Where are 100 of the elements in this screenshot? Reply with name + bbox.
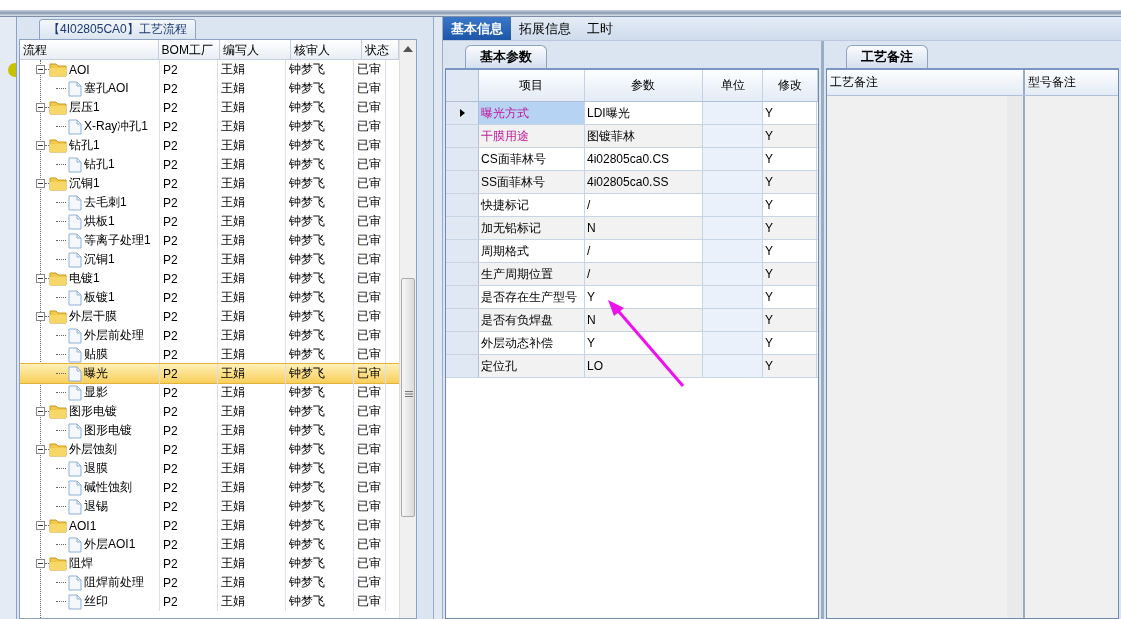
step-name: AOI	[68, 62, 91, 77]
table-cell: 王娟	[218, 231, 286, 250]
table-cell: 是否有负焊盘	[479, 309, 585, 331]
column-header[interactable]: 单位	[702, 70, 764, 101]
collapse-icon[interactable]	[36, 312, 45, 321]
column-header[interactable]: 参数	[584, 70, 703, 101]
document-icon	[68, 251, 82, 268]
collapse-icon[interactable]	[36, 521, 45, 530]
table-cell: Y	[763, 286, 817, 308]
panel-title-tab[interactable]: 【4I02805CA0】工艺流程	[39, 19, 196, 40]
column-header[interactable]: 流程	[20, 40, 159, 59]
folder-icon	[49, 518, 67, 533]
table-cell: Y	[763, 125, 817, 147]
tree-row[interactable]: 图形电镀 P2 王娟 钟梦飞 已审	[20, 402, 399, 421]
table-cell: 外层动态补偿	[479, 332, 585, 354]
tree-row[interactable]: 电镀1 P2 王娟 钟梦飞 已审	[20, 269, 399, 288]
tree-row[interactable]: AOI P2 王娟 钟梦飞 已审	[20, 60, 399, 79]
folder-icon	[49, 271, 67, 286]
table-cell: 已审	[354, 136, 386, 155]
tree-row[interactable]: 沉铜1 P2 王娟 钟梦飞 已审	[20, 250, 399, 269]
table-cell: Y	[763, 194, 817, 216]
tree-row[interactable]: 丝印 P2 王娟 钟梦飞 已审	[20, 592, 399, 611]
tree-row[interactable]: 外层蚀刻 P2 王娟 钟梦飞 已审	[20, 440, 399, 459]
collapse-icon[interactable]	[36, 559, 45, 568]
scrollbar[interactable]	[1007, 96, 1023, 618]
table-cell: 周期格式	[479, 240, 585, 262]
tree-row[interactable]: 外层AOI1 P2 王娟 钟梦飞 已审	[20, 535, 399, 554]
corner-cell[interactable]	[446, 70, 479, 101]
tab[interactable]: 基本信息	[443, 17, 511, 40]
sub-tab[interactable]: 工艺备注	[846, 45, 928, 68]
collapse-icon[interactable]	[36, 407, 45, 416]
document-icon	[68, 479, 82, 496]
tree-row[interactable]: 退膜 P2 王娟 钟梦飞 已审	[20, 459, 399, 478]
folder-icon	[49, 138, 67, 153]
table-cell: 已审	[354, 326, 386, 345]
column-header[interactable]: 型号备注	[1025, 70, 1079, 95]
tree-row[interactable]: 钻孔1 P2 王娟 钟梦飞 已审	[20, 155, 399, 174]
table-cell: 钟梦飞	[286, 364, 354, 383]
column-header[interactable]: 修改	[763, 70, 818, 101]
tree-row[interactable]: 等离子处理1 P2 王娟 钟梦飞 已审	[20, 231, 399, 250]
tree-row[interactable]: 沉铜1 P2 王娟 钟梦飞 已审	[20, 174, 399, 193]
tab[interactable]: 工时	[579, 17, 621, 40]
tree-row[interactable]: 退锡 P2 王娟 钟梦飞 已审	[20, 497, 399, 516]
table-cell: 钟梦飞	[286, 117, 354, 136]
table-cell: 王娟	[218, 573, 286, 592]
tree-row[interactable]: 外层干膜 P2 王娟 钟梦飞 已审	[20, 307, 399, 326]
scroll-up-icon[interactable]	[403, 46, 413, 52]
splitter-bar[interactable]	[0, 10, 1121, 17]
table-cell: 钟梦飞	[286, 478, 354, 497]
collapse-icon[interactable]	[36, 65, 45, 74]
table-cell: 钟梦飞	[286, 60, 354, 79]
table-cell: 钟梦飞	[286, 516, 354, 535]
table-cell: 王娟	[218, 516, 286, 535]
tree-row[interactable]: 碱性蚀刻 P2 王娟 钟梦飞 已审	[20, 478, 399, 497]
column-header[interactable]: 核审人	[291, 40, 362, 59]
table-cell: 王娟	[218, 60, 286, 79]
tree-row[interactable]: 钻孔1 P2 王娟 钟梦飞 已审	[20, 136, 399, 155]
table-cell: 钟梦飞	[286, 592, 354, 611]
tree-row[interactable]: 烘板1 P2 王娟 钟梦飞 已审	[20, 212, 399, 231]
column-header[interactable]: 编写人	[220, 40, 291, 59]
column-header[interactable]: BOM工厂	[158, 40, 221, 59]
tree-row[interactable]: 阻焊前处理 P2 王娟 钟梦飞 已审	[20, 573, 399, 592]
table-cell: P2	[160, 497, 218, 516]
tree-row[interactable]: 显影 P2 王娟 钟梦飞 已审	[20, 383, 399, 402]
collapse-icon[interactable]	[36, 141, 45, 150]
collapse-icon[interactable]	[36, 179, 45, 188]
tree-row[interactable]: 曝光 P2 王娟 钟梦飞 已审	[20, 364, 399, 383]
tree-row[interactable]: 层压1 P2 王娟 钟梦飞 已审	[20, 98, 399, 117]
column-header[interactable]: 项目	[478, 70, 585, 101]
step-name: 外层蚀刻	[68, 441, 118, 458]
table-cell: 钟梦飞	[286, 440, 354, 459]
tree-row[interactable]: 板镀1 P2 王娟 钟梦飞 已审	[20, 288, 399, 307]
table-cell: 已审	[354, 383, 386, 402]
tree-row[interactable]: 阻焊 P2 王娟 钟梦飞 已审	[20, 554, 399, 573]
tree-row[interactable]: AOI1 P2 王娟 钟梦飞 已审	[20, 516, 399, 535]
tree-row[interactable]: 去毛刺1 P2 王娟 钟梦飞 已审	[20, 193, 399, 212]
sub-tab[interactable]: 基本参数	[465, 45, 547, 68]
collapse-icon[interactable]	[36, 274, 45, 283]
table-cell: 钟梦飞	[286, 326, 354, 345]
tree-row[interactable]: 塞孔AOI P2 王娟 钟梦飞 已审	[20, 79, 399, 98]
table-cell: 王娟	[218, 250, 286, 269]
tree-row[interactable]: 图形电镀 P2 王娟 钟梦飞 已审	[20, 421, 399, 440]
row-selector[interactable]	[446, 102, 479, 124]
tab[interactable]: 拓展信息	[511, 17, 579, 40]
tree-row[interactable]: X-Ray冲孔1 P2 王娟 钟梦飞 已审	[20, 117, 399, 136]
step-name: 去毛刺1	[83, 194, 128, 211]
document-icon	[68, 593, 82, 610]
scrollbar-thumb[interactable]	[401, 278, 415, 517]
collapse-icon[interactable]	[36, 445, 45, 454]
column-header[interactable]: 状态	[361, 40, 399, 59]
collapse-icon[interactable]	[36, 103, 45, 112]
table-cell: 王娟	[218, 79, 286, 98]
document-icon	[68, 80, 82, 97]
scrollbar[interactable]	[399, 40, 416, 618]
tree-row[interactable]: 外层前处理 P2 王娟 钟梦飞 已审	[20, 326, 399, 345]
table-cell: 干膜用途	[479, 125, 585, 147]
table-cell: 定位孔	[479, 355, 585, 377]
table-cell: 已审	[354, 231, 386, 250]
step-name: 电镀1	[68, 270, 101, 287]
table-cell: 已审	[354, 554, 386, 573]
